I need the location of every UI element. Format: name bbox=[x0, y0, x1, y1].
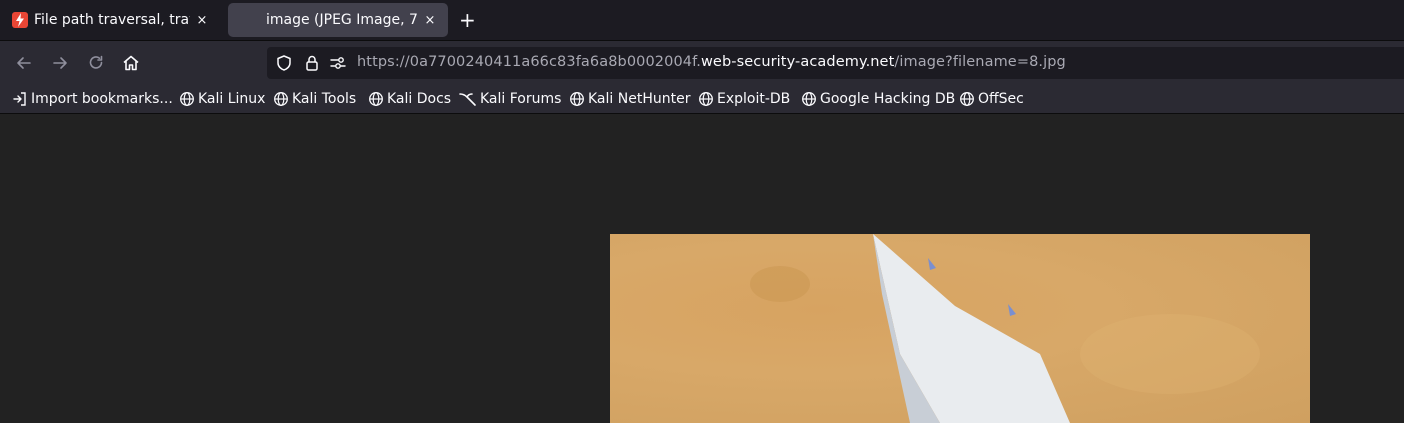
tab-file-path-traversal[interactable]: File path traversal, travers × bbox=[2, 3, 220, 37]
globe-icon bbox=[274, 92, 288, 106]
tab-label: File path traversal, travers bbox=[34, 12, 190, 28]
bookmark-offsec[interactable]: OffSec bbox=[959, 89, 1024, 109]
bookmark-label: OffSec bbox=[978, 91, 1024, 107]
home-icon[interactable] bbox=[121, 53, 141, 73]
bookmark-label: Exploit-DB bbox=[717, 91, 791, 107]
forward-arrow-icon[interactable] bbox=[50, 53, 70, 73]
bookmark-label: Kali Docs bbox=[387, 91, 452, 107]
bookmark-kali-forums[interactable]: Kali Forums bbox=[459, 89, 561, 109]
new-tab-button[interactable]: + bbox=[459, 10, 476, 30]
url-prefix: https://0a7700240411a66c83fa6a8b0002004f… bbox=[357, 54, 701, 70]
back-arrow-icon[interactable] bbox=[14, 53, 34, 73]
globe-icon bbox=[369, 92, 383, 106]
url-bar[interactable]: https://0a7700240411a66c83fa6a8b0002004f… bbox=[267, 47, 1404, 79]
navigation-toolbar: https://0a7700240411a66c83fa6a8b0002004f… bbox=[0, 40, 1404, 85]
bookmarks-toolbar: Import bookmarks... Kali Linux Kali Tool… bbox=[0, 85, 1404, 114]
bookmark-label: Import bookmarks... bbox=[31, 91, 173, 107]
paper-boat-image bbox=[750, 234, 1260, 423]
globe-icon bbox=[802, 92, 816, 106]
portswigger-bolt-icon bbox=[12, 12, 28, 28]
globe-icon bbox=[180, 92, 194, 106]
close-tab-icon[interactable]: × bbox=[422, 13, 438, 28]
bookmark-exploit-db[interactable]: Exploit-DB bbox=[698, 89, 790, 109]
bookmark-import[interactable]: Import bookmarks... bbox=[12, 89, 173, 109]
bookmark-kali-docs[interactable]: Kali Docs bbox=[368, 89, 451, 109]
lock-icon[interactable] bbox=[303, 54, 321, 72]
globe-icon bbox=[570, 92, 584, 106]
globe-icon bbox=[699, 92, 713, 106]
bookmark-kali-tools[interactable]: Kali Tools bbox=[273, 89, 356, 109]
displayed-jpeg-image[interactable] bbox=[610, 234, 1310, 423]
kali-dragon-icon bbox=[459, 93, 476, 106]
bookmark-google-hacking-db[interactable]: Google Hacking DB bbox=[801, 89, 955, 109]
url-host: web-security-academy.net bbox=[700, 54, 895, 70]
reload-icon[interactable] bbox=[86, 53, 106, 73]
url-path: /image?filename=8.jpg bbox=[894, 54, 1066, 70]
close-tab-icon[interactable]: × bbox=[194, 13, 210, 28]
bookmark-label: Kali NetHunter bbox=[588, 91, 691, 107]
bookmark-label: Kali Forums bbox=[480, 91, 562, 107]
url-text[interactable]: https://0a7700240411a66c83fa6a8b0002004f… bbox=[357, 54, 1066, 70]
globe-icon bbox=[960, 92, 974, 106]
tracking-protection-shield-icon[interactable] bbox=[275, 54, 293, 72]
bookmark-label: Google Hacking DB bbox=[820, 91, 956, 107]
permissions-icon[interactable] bbox=[329, 54, 347, 72]
tab-image-jpeg[interactable]: image (JPEG Image, 700 × × bbox=[228, 3, 448, 37]
blank-favicon-icon bbox=[238, 12, 254, 28]
bookmark-label: Kali Tools bbox=[292, 91, 357, 107]
import-icon bbox=[13, 92, 26, 106]
tab-label: image (JPEG Image, 700 × bbox=[266, 12, 418, 28]
tab-strip: File path traversal, travers × image (JP… bbox=[0, 0, 1404, 40]
bookmark-kali-nethunter[interactable]: Kali NetHunter bbox=[569, 89, 690, 109]
bookmark-kali-linux[interactable]: Kali Linux bbox=[179, 89, 265, 109]
bookmark-label: Kali Linux bbox=[198, 91, 266, 107]
